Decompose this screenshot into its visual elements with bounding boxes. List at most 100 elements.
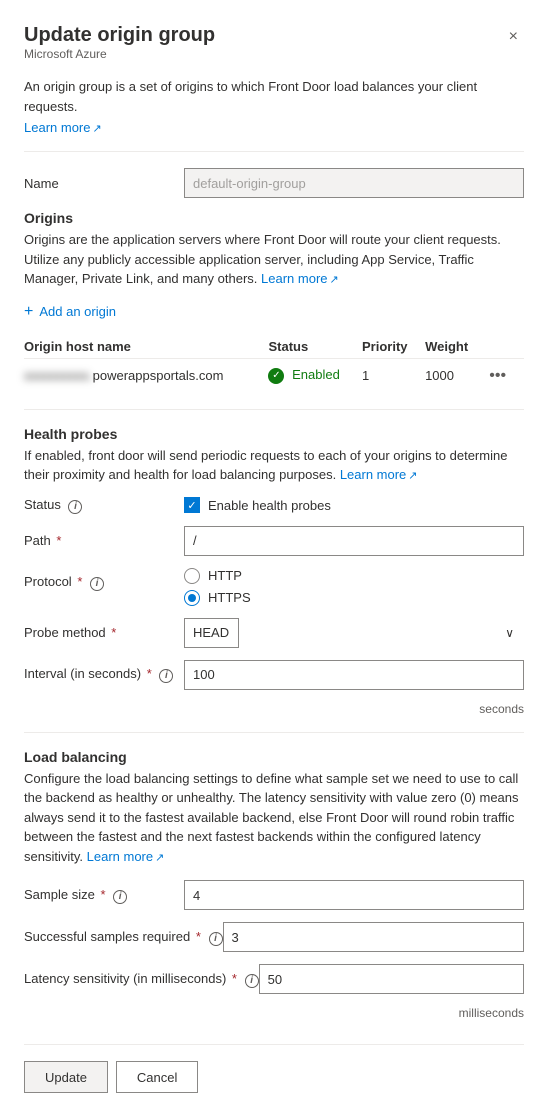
cancel-button[interactable]: Cancel (116, 1061, 198, 1093)
latency-label-block: Latency sensitivity (in milliseconds) * … (24, 971, 259, 988)
probe-method-select-wrapper: HEAD GET (184, 618, 524, 648)
path-field-row: Path * (24, 526, 524, 556)
load-balancing-description: Configure the load balancing settings to… (24, 769, 524, 867)
sample-size-label: Sample size (24, 887, 95, 902)
sample-size-info-icon[interactable]: i (113, 890, 127, 904)
intro-description: An origin group is a set of origins to w… (24, 77, 524, 116)
latency-label: Latency sensitivity (in milliseconds) (24, 971, 226, 986)
origin-priority-cell: 1 (362, 358, 425, 393)
enable-health-probes-checkbox[interactable]: ✓ (184, 497, 200, 513)
checkbox-check-icon: ✓ (187, 499, 196, 512)
panel-title: Update origin group (24, 24, 215, 47)
health-probes-description: If enabled, front door will send periodi… (24, 446, 524, 485)
origins-learn-more-link[interactable]: Learn more↗ (261, 271, 339, 286)
health-probes-ext-icon: ↗ (408, 470, 417, 482)
sample-size-field-row: Sample size * i (24, 880, 524, 910)
probe-method-label-block: Probe method * (24, 625, 184, 640)
health-probes-section: Health probes If enabled, front door wil… (24, 426, 524, 716)
protocol-http-label: HTTP (208, 568, 242, 583)
sample-size-label-block: Sample size * i (24, 887, 184, 904)
origin-weight-cell: 1000 (425, 358, 485, 393)
divider-3 (24, 732, 524, 733)
status-check-icon: ✓ (268, 368, 284, 384)
successful-samples-field-row: Successful samples required * i (24, 922, 524, 952)
protocol-radio-group: HTTP HTTPS (184, 568, 524, 606)
protocol-field-row: Protocol * i HTTP HTTPS (24, 568, 524, 606)
enable-health-probes-checkbox-row: ✓ Enable health probes (184, 497, 331, 513)
col-priority: Priority (362, 335, 425, 359)
interval-input[interactable] (184, 660, 524, 690)
interval-label-block: Interval (in seconds) * i (24, 666, 184, 683)
latency-input[interactable] (259, 964, 524, 994)
panel-footer: Update Cancel (24, 1044, 524, 1093)
probe-method-select[interactable]: HEAD GET (184, 618, 239, 648)
update-button[interactable]: Update (24, 1061, 108, 1093)
load-balancing-title: Load balancing (24, 749, 524, 765)
protocol-info-icon[interactable]: i (90, 577, 104, 591)
origins-section: Origins Origins are the application serv… (24, 210, 524, 393)
successful-samples-info-icon[interactable]: i (209, 932, 223, 946)
protocol-http-radio[interactable] (184, 568, 200, 584)
panel-subtitle: Microsoft Azure (24, 47, 215, 61)
col-status: Status (268, 335, 362, 359)
name-field-row: Name (24, 168, 524, 198)
status-enabled-label: Enabled (292, 367, 340, 382)
health-probes-learn-more-link[interactable]: Learn more↗ (340, 467, 418, 482)
divider-1 (24, 151, 524, 152)
load-balancing-learn-more-link[interactable]: Learn more↗ (87, 849, 165, 864)
health-probes-title: Health probes (24, 426, 524, 442)
protocol-https-label: HTTPS (208, 590, 251, 605)
enable-health-probes-label: Enable health probes (208, 498, 331, 513)
load-balancing-ext-icon: ↗ (155, 852, 164, 864)
origins-table: Origin host name Status Priority Weight … (24, 335, 524, 393)
successful-samples-label-block: Successful samples required * i (24, 929, 223, 946)
sample-size-required: * (100, 887, 105, 902)
status-field-row: Status i ✓ Enable health probes (24, 497, 524, 514)
successful-samples-input[interactable] (223, 922, 524, 952)
successful-samples-label: Successful samples required (24, 929, 190, 944)
protocol-https-radio[interactable] (184, 590, 200, 606)
col-weight: Weight (425, 335, 485, 359)
status-label: Status (24, 497, 61, 512)
load-balancing-section: Load balancing Configure the load balanc… (24, 749, 524, 1021)
probe-method-required-indicator: * (111, 625, 116, 640)
name-input[interactable] (184, 168, 524, 198)
protocol-label: Protocol (24, 574, 72, 589)
successful-samples-required: * (196, 929, 201, 944)
add-origin-button[interactable]: + Add an origin (24, 297, 116, 327)
probe-method-field-row: Probe method * HEAD GET (24, 618, 524, 648)
interval-label: Interval (in seconds) (24, 666, 141, 681)
table-row: xxxxxxxxxx.powerappsportals.com ✓ Enable… (24, 358, 524, 393)
protocol-label-block: Protocol * i (24, 568, 184, 591)
status-info-icon[interactable]: i (68, 500, 82, 514)
origin-status-cell: ✓ Enabled (268, 358, 362, 393)
latency-required: * (232, 971, 237, 986)
panel-title-block: Update origin group Microsoft Azure (24, 24, 215, 75)
protocol-required-indicator: * (77, 574, 82, 589)
close-button[interactable]: × (503, 26, 524, 48)
path-required-indicator: * (56, 533, 61, 548)
divider-2 (24, 409, 524, 410)
origins-title: Origins (24, 210, 524, 226)
latency-info-icon[interactable]: i (245, 974, 259, 988)
interval-required-indicator: * (147, 666, 152, 681)
intro-learn-more-link[interactable]: Learn more↗ (24, 120, 102, 135)
latency-field-row: Latency sensitivity (in milliseconds) * … (24, 964, 524, 994)
interval-field-row: Interval (in seconds) * i (24, 660, 524, 690)
panel-header: Update origin group Microsoft Azure × (24, 24, 524, 75)
name-label: Name (24, 176, 184, 191)
milliseconds-label: milliseconds (24, 1006, 524, 1020)
external-link-icon: ↗ (92, 123, 101, 135)
protocol-http-row[interactable]: HTTP (184, 568, 524, 584)
path-label: Path (24, 533, 51, 548)
sample-size-input[interactable] (184, 880, 524, 910)
origin-host-cell: xxxxxxxxxx.powerappsportals.com (24, 358, 268, 393)
path-input[interactable] (184, 526, 524, 556)
seconds-label: seconds (24, 702, 524, 716)
status-label-block: Status i (24, 497, 184, 514)
interval-info-icon[interactable]: i (159, 669, 173, 683)
origin-more-button[interactable]: ••• (485, 365, 510, 387)
protocol-https-row[interactable]: HTTPS (184, 590, 524, 606)
path-label-block: Path * (24, 533, 184, 548)
plus-icon: + (24, 303, 33, 321)
